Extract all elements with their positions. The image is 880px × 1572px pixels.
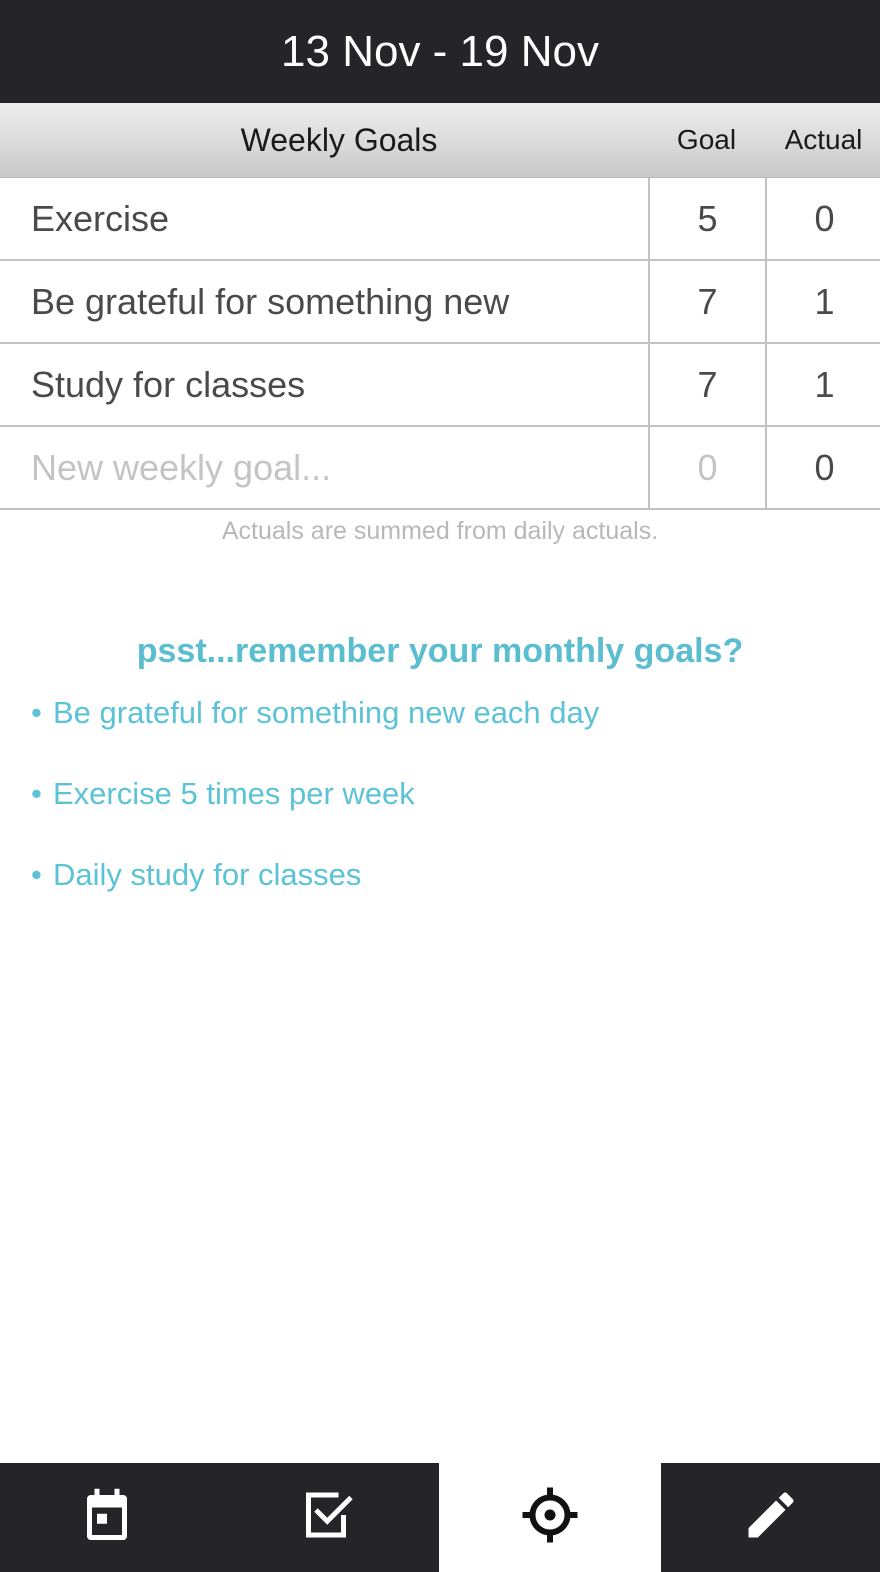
pencil-icon <box>741 1485 801 1550</box>
tab-tasks[interactable] <box>213 1463 439 1572</box>
goal-actual-value: 1 <box>765 261 880 342</box>
week-range-header: 13 Nov - 19 Nov <box>0 0 880 103</box>
monthly-goals-list: • Be grateful for something new each day … <box>31 695 871 938</box>
goal-actual-value: 0 <box>765 178 880 259</box>
goal-actual-value: 1 <box>765 344 880 425</box>
monthly-goal-text: Be grateful for something new each day <box>53 695 600 730</box>
column-weekly-goals: Weekly Goals <box>240 122 438 158</box>
goal-target-value[interactable]: 7 <box>648 261 765 342</box>
table-row[interactable]: Exercise 5 0 <box>0 178 880 261</box>
tab-goals[interactable] <box>439 1463 661 1572</box>
calendar-icon <box>77 1485 137 1550</box>
goal-label[interactable]: Study for classes <box>31 344 305 425</box>
list-item: • Be grateful for something new each day <box>31 695 871 776</box>
week-range-title: 13 Nov - 19 Nov <box>281 26 599 76</box>
goal-label[interactable]: Be grateful for something new <box>31 261 509 342</box>
tab-notes[interactable] <box>661 1463 880 1572</box>
checkbox-icon <box>296 1485 356 1550</box>
new-goal-input[interactable]: New weekly goal... <box>31 427 331 508</box>
table-row[interactable]: Study for classes 7 1 <box>0 344 880 427</box>
bullet-mark: • <box>31 857 42 892</box>
list-item: • Daily study for classes <box>31 857 871 938</box>
column-goal: Goal <box>676 124 737 155</box>
bottom-tab-bar <box>0 1463 880 1572</box>
bullet-mark: • <box>31 695 42 730</box>
column-actual: Actual <box>784 124 863 155</box>
monthly-goals-reminder-title: psst...remember your monthly goals? <box>136 632 744 670</box>
new-goal-actual-value: 0 <box>765 427 880 508</box>
table-row[interactable]: Be grateful for something new 7 1 <box>0 261 880 344</box>
monthly-goal-text: Exercise 5 times per week <box>53 776 415 811</box>
table-column-header: Weekly Goals Goal Actual <box>0 103 880 178</box>
monthly-goal-text: Daily study for classes <box>53 857 362 892</box>
tab-calendar[interactable] <box>0 1463 213 1572</box>
goal-target-value[interactable]: 7 <box>648 344 765 425</box>
actuals-note: Actuals are summed from daily actuals. <box>221 517 659 545</box>
weekly-goals-table: Exercise 5 0 Be grateful for something n… <box>0 178 880 510</box>
new-goal-target-input[interactable]: 0 <box>648 427 765 508</box>
new-goal-row[interactable]: New weekly goal... 0 0 <box>0 427 880 510</box>
list-item: • Exercise 5 times per week <box>31 776 871 857</box>
crosshair-target-icon <box>520 1485 580 1550</box>
bullet-mark: • <box>31 776 42 811</box>
goal-label[interactable]: Exercise <box>31 178 169 259</box>
goal-target-value[interactable]: 5 <box>648 178 765 259</box>
